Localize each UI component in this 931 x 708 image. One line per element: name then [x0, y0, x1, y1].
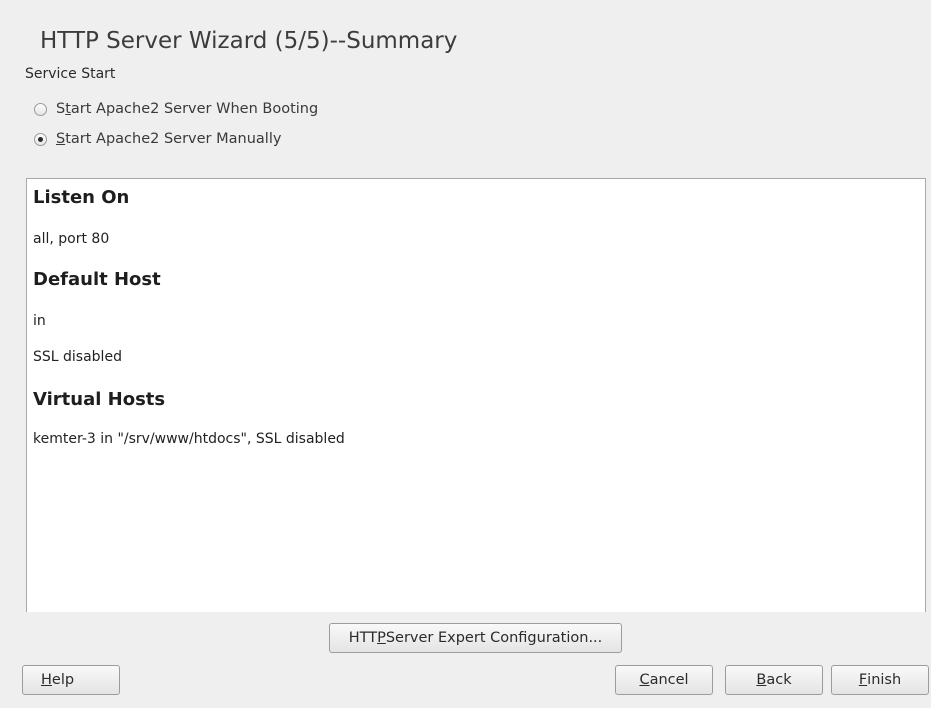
- start-when-booting-label: Start Apache2 Server When Booting: [56, 101, 319, 117]
- back-button[interactable]: Back: [725, 665, 823, 695]
- start-manually-radio-option[interactable]: Start Apache2 Server Manually: [34, 128, 281, 150]
- start-when-booting-radio[interactable]: [34, 102, 47, 116]
- start-manually-radio[interactable]: [34, 132, 47, 146]
- start-when-booting-radio-option[interactable]: Start Apache2 Server When Booting: [34, 98, 318, 120]
- summary-panel: Listen On all, port 80 Default Host in S…: [26, 178, 926, 612]
- cancel-button[interactable]: Cancel: [615, 665, 713, 695]
- default-host-heading: Default Host: [33, 269, 161, 290]
- http-server-wizard-window: HTTP Server Wizard (5/5)--Summary Servic…: [0, 0, 931, 708]
- help-button[interactable]: Help: [22, 665, 120, 695]
- page-title: HTTP Server Wizard (5/5)--Summary: [40, 28, 458, 54]
- start-manually-label: Start Apache2 Server Manually: [56, 131, 282, 147]
- virtual-hosts-heading: Virtual Hosts: [33, 389, 166, 410]
- virtual-hosts-value: kemter-3 in "/srv/www/htdocs", SSL disab…: [33, 431, 345, 447]
- finish-button[interactable]: Finish: [831, 665, 929, 695]
- service-start-label: Service Start: [25, 66, 116, 82]
- listen-on-value: all, port 80: [33, 231, 110, 247]
- expert-configuration-button[interactable]: HTT P Server Expert Configuration...: [329, 623, 622, 653]
- default-host-ssl: SSL disabled: [33, 349, 122, 365]
- default-host-value: in: [33, 313, 46, 329]
- listen-on-heading: Listen On: [33, 187, 130, 208]
